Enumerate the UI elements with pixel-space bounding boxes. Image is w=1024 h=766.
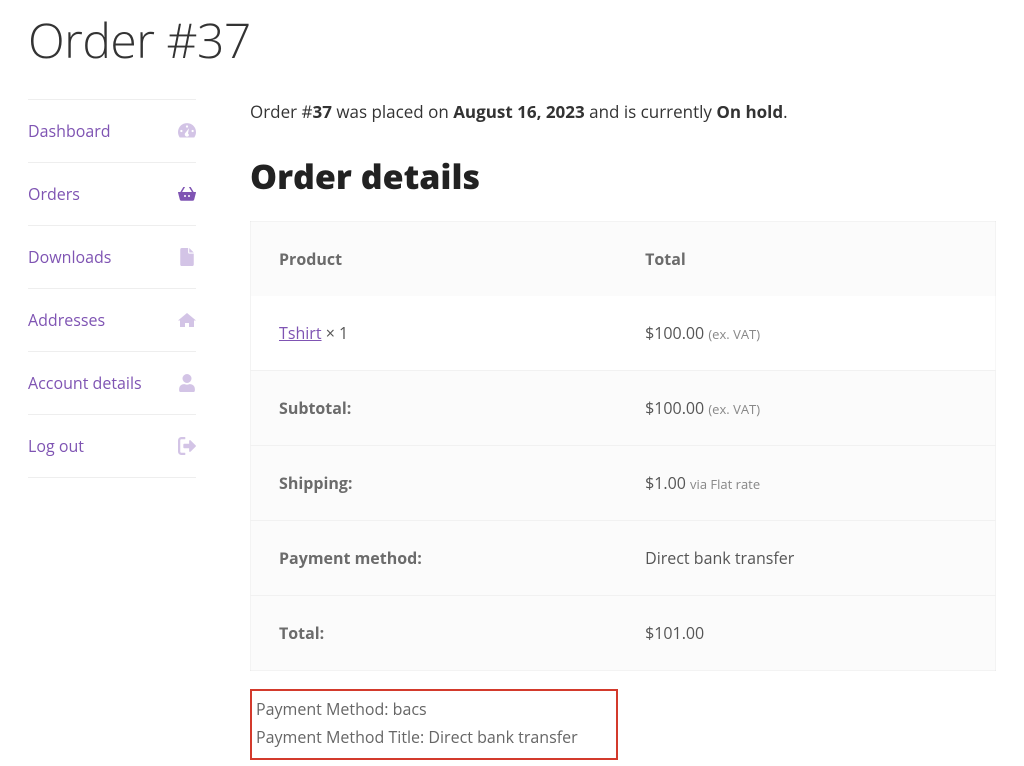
total-amount: $101.00	[645, 622, 704, 644]
file-icon	[178, 248, 196, 266]
status-suffix: .	[783, 100, 787, 123]
debug-label: Payment Method Title:	[256, 726, 428, 748]
dashboard-icon	[178, 122, 196, 140]
debug-value: Direct bank transfer	[428, 726, 577, 748]
column-header-product: Product	[251, 221, 618, 296]
product-link[interactable]: Tshirt	[279, 322, 322, 344]
sidebar-item-label: Log out	[28, 435, 84, 457]
basket-icon	[178, 185, 196, 203]
sidebar-item-downloads[interactable]: Downloads	[28, 226, 196, 289]
sidebar-item-addresses[interactable]: Addresses	[28, 289, 196, 352]
page-title: Order #37	[28, 8, 996, 73]
order-details-table: Product Total Tshirt × 1 $100.00 (ex. VA…	[250, 221, 996, 671]
sidebar-item-orders[interactable]: Orders	[28, 163, 196, 226]
sidebar-item-label: Orders	[28, 183, 80, 205]
payment-method-value: Direct bank transfer	[645, 547, 794, 569]
tax-note: (ex. VAT)	[708, 325, 760, 343]
order-details-heading: Order details	[250, 153, 996, 199]
column-header-total: Total	[617, 221, 995, 296]
status-order-number: 37	[312, 100, 331, 123]
sidebar-item-account-details[interactable]: Account details	[28, 352, 196, 415]
subtotal-amount: $100.00	[645, 397, 704, 419]
order-main: Order #37 was placed on August 16, 2023 …	[250, 99, 996, 760]
user-icon	[178, 374, 196, 392]
status-prefix: Order #	[250, 100, 312, 123]
order-status-line: Order #37 was placed on August 16, 2023 …	[250, 99, 996, 125]
debug-label: Payment Method:	[256, 698, 393, 720]
sidebar-item-label: Account details	[28, 372, 142, 394]
debug-value: bacs	[393, 698, 427, 720]
status-date: August 16, 2023	[453, 100, 585, 123]
subtotal-label: Subtotal:	[251, 370, 618, 445]
sidebar-item-label: Downloads	[28, 246, 111, 268]
status-state: On hold	[716, 100, 783, 123]
sidebar-item-label: Dashboard	[28, 120, 111, 142]
tax-note: (ex. VAT)	[708, 400, 760, 418]
shipping-amount: $1.00	[645, 472, 686, 494]
line-amount: $100.00	[645, 322, 704, 344]
product-qty: 1	[339, 322, 348, 344]
debug-highlight-box: Payment Method: bacs Payment Method Titl…	[250, 689, 618, 761]
debug-line-payment-method-title: Payment Method Title: Direct bank transf…	[256, 723, 606, 752]
account-sidebar: Dashboard Orders Downloads	[28, 99, 196, 760]
shipping-method-note: via Flat rate	[690, 475, 760, 493]
product-qty-sep: ×	[322, 322, 339, 344]
total-label: Total:	[251, 595, 618, 670]
sidebar-item-dashboard[interactable]: Dashboard	[28, 100, 196, 163]
shipping-label: Shipping:	[251, 445, 618, 520]
sidebar-item-logout[interactable]: Log out	[28, 415, 196, 478]
status-mid2: and is currently	[585, 100, 717, 123]
sidebar-item-label: Addresses	[28, 309, 105, 331]
signout-icon	[178, 437, 196, 455]
payment-method-label: Payment method:	[251, 520, 618, 595]
debug-line-payment-method: Payment Method: bacs	[256, 695, 606, 724]
table-row: Tshirt × 1 $100.00 (ex. VAT)	[251, 296, 996, 371]
status-mid1: was placed on	[332, 100, 453, 123]
home-icon	[178, 311, 196, 329]
